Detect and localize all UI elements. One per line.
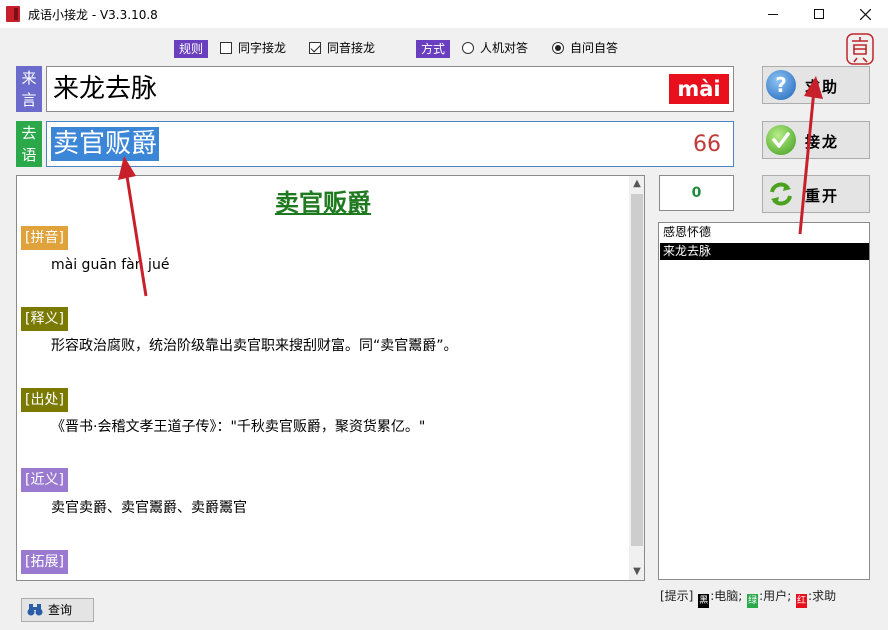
vertical-scrollbar[interactable]: ▲ ▼ xyxy=(629,176,645,580)
legend-prefix: [提示] xyxy=(660,589,693,603)
section-tag-meaning: [释义] xyxy=(21,307,68,331)
close-icon xyxy=(860,9,871,20)
qu-yu-label: 去 语 xyxy=(16,121,42,167)
legend-user-label: 用户 xyxy=(763,589,787,603)
section-text-pinyin: mài guān fàn jué xyxy=(51,255,169,275)
seal-icon xyxy=(845,32,875,66)
help-button-label: 求助 xyxy=(805,76,839,97)
hint-legend: [提示] 黑:电脑; 绿:用户; 红:求助 xyxy=(660,588,836,608)
section-tag-extension: [拓展] xyxy=(21,550,68,574)
legend-help-swatch: 红 xyxy=(796,594,807,608)
question-icon: ? xyxy=(766,70,796,100)
section-tag-source: [出处] xyxy=(21,388,68,412)
same-char-checkbox[interactable]: 同字接龙 xyxy=(220,41,286,55)
section-text-meaning: 形容政治腐败，统治阶级靠出卖官职来搜刮财富。同“卖官鬻爵”。 xyxy=(51,336,458,356)
qu-yu-input[interactable]: 卖官贩爵 66 xyxy=(46,121,734,167)
refresh-icon xyxy=(766,179,796,209)
lai-yan-label-line2: 言 xyxy=(16,89,42,111)
section-tag-synonyms: [近义] xyxy=(21,468,68,492)
reward-seal-icon[interactable] xyxy=(845,32,875,66)
score-display: 0 xyxy=(659,175,734,211)
history-item[interactable]: 感恩怀德 xyxy=(660,224,869,241)
checkbox-box xyxy=(220,42,232,54)
close-button[interactable] xyxy=(842,0,888,28)
scroll-thumb[interactable] xyxy=(631,194,643,546)
lai-yan-field: 来龙去脉 mài xyxy=(46,66,734,112)
checkbox-box xyxy=(309,42,321,54)
maximize-button[interactable] xyxy=(796,0,842,28)
same-sound-label: 同音接龙 xyxy=(327,41,375,55)
section-text-source: 《晋书·会稽文孝王道子传》："千秋卖官贩爵，聚资货累亿。" xyxy=(51,417,425,437)
maximize-icon xyxy=(814,9,824,19)
minimize-button[interactable] xyxy=(750,0,796,28)
human-vs-computer-radio[interactable]: 人机对答 xyxy=(462,41,528,55)
next-idiom-button[interactable]: 接龙 xyxy=(762,121,870,159)
detail-title: 卖官贩爵 xyxy=(17,188,629,218)
rule-tag: 规则 xyxy=(174,40,208,58)
restart-button[interactable]: 重开 xyxy=(762,175,870,213)
title-bar: 成语小接龙 - V3.3.10.8 xyxy=(0,0,888,28)
section-tag-pinyin: [拼音] xyxy=(21,226,68,250)
qu-yu-label-line1: 去 xyxy=(16,122,42,144)
lai-yan-label: 来 言 xyxy=(16,66,42,112)
window-title: 成语小接龙 - V3.3.10.8 xyxy=(28,6,158,23)
restart-button-label: 重开 xyxy=(805,185,839,206)
legend-help-label: 求助 xyxy=(812,589,836,603)
pinyin-hint-badge: mài xyxy=(669,74,729,104)
query-button[interactable]: 查询 xyxy=(21,598,94,622)
self-answer-radio[interactable]: 自问自答 xyxy=(552,41,618,55)
mode-tag: 方式 xyxy=(416,40,450,58)
history-item-selected[interactable]: 来龙去脉 xyxy=(660,243,869,260)
help-button[interactable]: ? 求助 xyxy=(762,66,870,104)
idiom-detail-pane: 卖官贩爵 [拼音] mài guān fàn jué [释义] 形容政治腐败，统… xyxy=(16,175,645,581)
next-idiom-button-label: 接龙 xyxy=(805,131,839,152)
binoculars-icon xyxy=(27,603,43,617)
minimize-icon xyxy=(768,14,778,15)
history-list[interactable]: 感恩怀德 来龙去脉 xyxy=(658,222,870,580)
radio-circle xyxy=(552,42,564,54)
radio-circle xyxy=(462,42,474,54)
legend-computer-label: 电脑 xyxy=(714,589,738,603)
same-char-label: 同字接龙 xyxy=(238,41,286,55)
lai-yan-idiom: 来龙去脉 xyxy=(53,73,157,105)
scroll-up-arrow-icon[interactable]: ▲ xyxy=(629,176,645,192)
self-answer-label: 自问自答 xyxy=(570,41,618,55)
countdown-counter: 66 xyxy=(693,132,721,158)
lai-yan-label-line1: 来 xyxy=(16,67,42,89)
checkmark-icon xyxy=(766,125,796,155)
app-book-icon xyxy=(6,6,20,22)
same-sound-checkbox[interactable]: 同音接龙 xyxy=(309,41,375,55)
section-text-synonyms: 卖官卖爵、卖官鬻爵、卖爵鬻官 xyxy=(51,498,247,518)
qu-yu-idiom-selected[interactable]: 卖官贩爵 xyxy=(51,127,159,161)
query-button-label: 查询 xyxy=(48,599,72,621)
human-vs-computer-label: 人机对答 xyxy=(480,41,528,55)
legend-user-swatch: 绿 xyxy=(747,594,758,608)
scroll-down-arrow-icon[interactable]: ▼ xyxy=(629,564,645,580)
qu-yu-label-line2: 语 xyxy=(16,144,42,166)
legend-computer-swatch: 黑 xyxy=(698,594,709,608)
